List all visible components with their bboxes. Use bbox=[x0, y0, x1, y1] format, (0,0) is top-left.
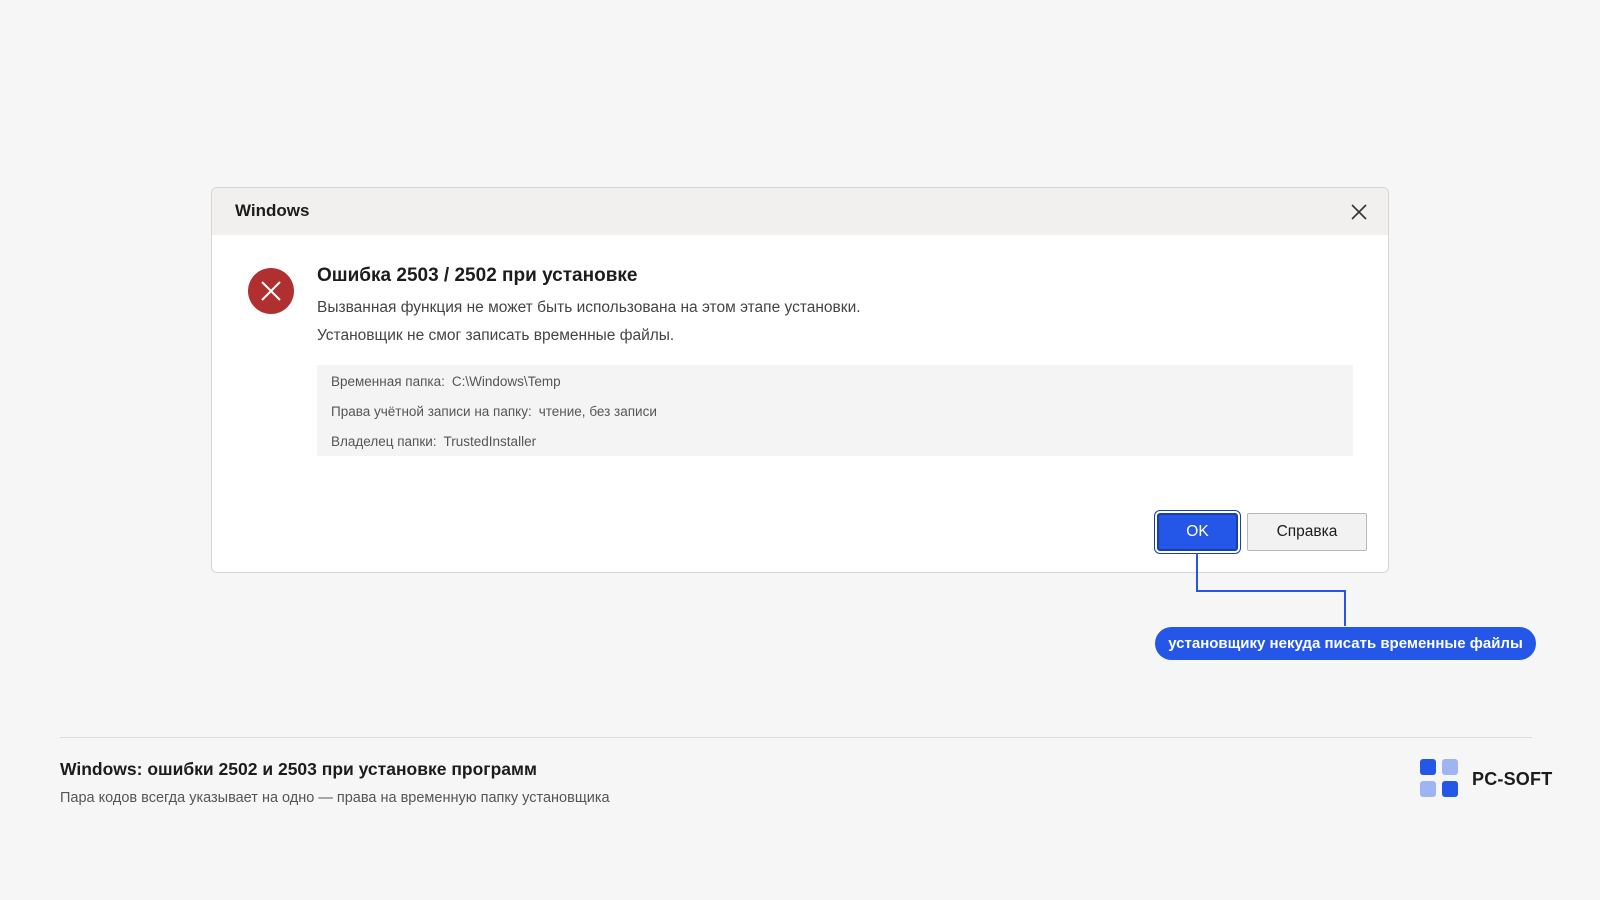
detail-row-temp-folder: Временная папка: C:\Windows\Temp bbox=[331, 374, 561, 389]
error-message-line: Установщик не смог записать временные фа… bbox=[317, 327, 675, 344]
footer-title: Windows: ошибки 2502 и 2503 при установк… bbox=[60, 759, 537, 779]
detail-row-permissions: Права учётной записи на папку: чтение, бе… bbox=[331, 404, 657, 419]
error-icon bbox=[248, 268, 294, 314]
error-heading: Ошибка 2503 / 2502 при установке bbox=[317, 265, 638, 286]
dialog-titlebar: Windows bbox=[212, 188, 1388, 235]
ok-button[interactable]: OK bbox=[1157, 513, 1238, 551]
detail-value: чтение, без записи bbox=[538, 404, 657, 419]
close-button[interactable] bbox=[1344, 197, 1374, 227]
detail-value: C:\Windows\Temp bbox=[451, 374, 561, 389]
details-panel: Временная папка: C:\Windows\Temp Права уч… bbox=[317, 365, 1353, 456]
help-button[interactable]: Справка bbox=[1247, 513, 1367, 551]
brand-name: PC-SOFT bbox=[1472, 768, 1553, 789]
callout-label: установщику некуда писать временные файл… bbox=[1155, 627, 1536, 660]
error-message-line: Вызванная функция не может быть использо… bbox=[317, 299, 861, 316]
detail-value: TrustedInstaller bbox=[443, 434, 537, 449]
detail-row-owner: Владелец папки: TrustedInstaller bbox=[331, 434, 536, 449]
detail-label: Владелец папки: bbox=[331, 434, 437, 449]
close-icon bbox=[1351, 204, 1367, 220]
logo-grid-icon bbox=[1420, 759, 1460, 799]
detail-label: Временная папка: bbox=[331, 374, 445, 389]
page: Windows Ошибка 2503 / 2502 при установке… bbox=[0, 0, 1600, 900]
dialog-title: Windows bbox=[235, 201, 310, 220]
error-dialog: Windows Ошибка 2503 / 2502 при установке… bbox=[211, 187, 1389, 573]
footer-subtitle: Пара кодов всегда указывает на одно — пр… bbox=[60, 790, 610, 806]
brand-logo: PC-SOFT bbox=[1420, 759, 1552, 799]
footer-divider bbox=[60, 737, 1532, 738]
detail-label: Права учётной записи на папку: bbox=[331, 404, 532, 419]
